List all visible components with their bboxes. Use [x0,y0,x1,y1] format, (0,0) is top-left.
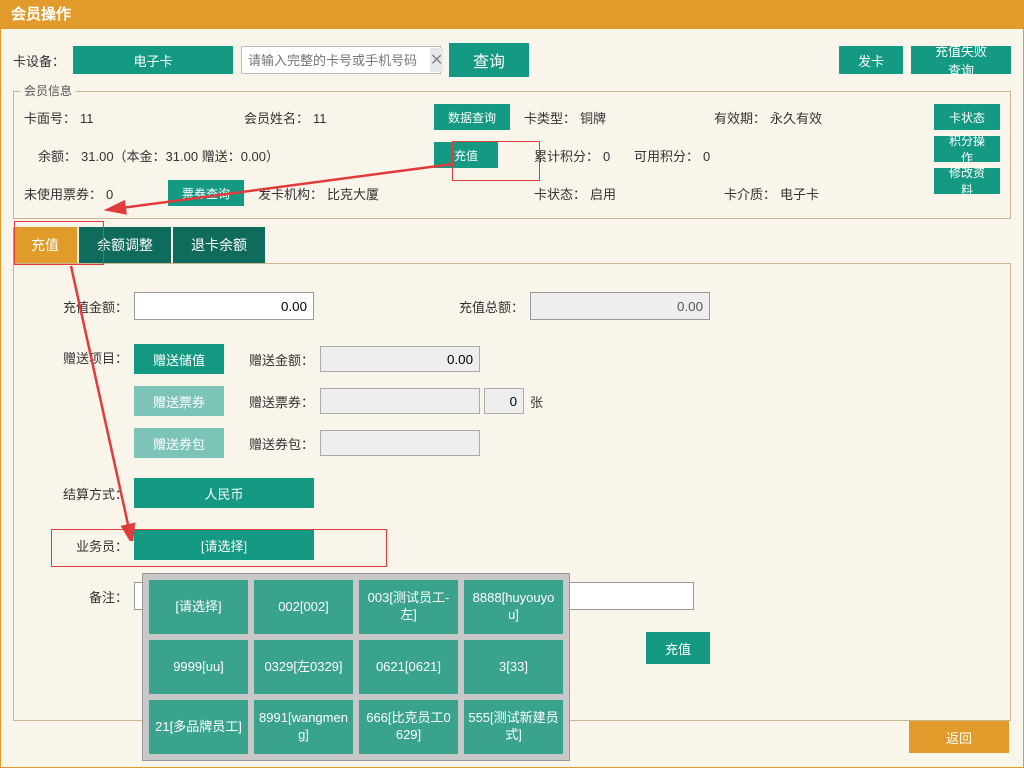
data-query-button[interactable]: 数据查询 [434,104,510,130]
gift-coupon-qty-input [484,388,524,414]
gift-coupon-unit: 张 [530,392,543,411]
gift-coupon-label: 赠送票券： [244,392,320,411]
amount-label: 充值金额： [48,297,134,316]
gift-pack-button[interactable]: 赠送券包 [134,428,224,458]
staff-label: 业务员： [48,536,134,555]
issuer-value: 比克大厦 [327,187,379,202]
member-info-panel: 会员信息 卡面号：11 会员姓名：11 数据查询 卡类型：铜牌 有效期：永久有效… [13,91,1011,219]
card-type-value: 铜牌 [580,111,606,126]
staff-dropdown-panel: [请选择] 002[002] 003[测试员工-左] 8888[huyouyou… [142,573,570,761]
gift-amount-input [320,346,480,372]
name-value: 11 [313,111,327,126]
card-no-label: 卡面号： [24,111,80,126]
total-input [530,292,710,320]
dropdown-item[interactable]: 666[比克员工0629] [359,700,458,754]
coupon-query-button[interactable]: 票券查询 [168,180,244,206]
unused-coupon-value: 0 [106,187,113,202]
dropdown-item[interactable]: 8888[huyouyou] [464,580,563,634]
tab-adjust[interactable]: 余额调整 [79,227,171,263]
window-title: 会员操作 [1,1,1023,29]
medium-label: 卡介质： [724,187,780,202]
amount-input[interactable] [134,292,314,320]
gift-amount-label: 赠送金额： [244,350,320,369]
clear-icon[interactable]: ✕ [430,48,443,72]
dropdown-item[interactable]: 3[33] [464,640,563,694]
issuer-label: 发卡机构： [258,187,327,202]
total-points-label: 累计积分： [534,149,603,164]
settle-label: 结算方式： [48,484,134,503]
query-button[interactable]: 查询 [449,43,529,77]
gift-pack-label: 赠送券包： [244,434,320,453]
device-select[interactable]: 电子卡 [73,46,233,74]
return-button[interactable]: 返回 [909,721,1009,753]
points-op-button[interactable]: 积分操作 [934,136,1000,162]
avail-points-label: 可用积分： [634,149,703,164]
dropdown-item[interactable]: 0621[0621] [359,640,458,694]
dropdown-item[interactable]: 9999[uu] [149,640,248,694]
total-label: 充值总额： [444,297,530,316]
gift-label: 赠送项目： [48,344,134,367]
member-info-legend: 会员信息 [20,82,76,99]
balance-value: 31.00（本金：31.00 赠送：0.00） [81,149,279,164]
card-type-label: 卡类型： [524,111,580,126]
remark-label: 备注： [48,587,134,606]
device-label: 卡设备： [13,51,65,70]
total-points-value: 0 [603,149,610,164]
expire-label: 有效期： [714,111,770,126]
settle-select[interactable]: 人民币 [134,478,314,508]
tab-recharge[interactable]: 充值 [13,227,77,263]
dropdown-item[interactable]: 0329[左0329] [254,640,353,694]
tab-refund[interactable]: 退卡余额 [173,227,265,263]
medium-value: 电子卡 [780,187,819,202]
gift-coupon-input [320,388,480,414]
dropdown-item[interactable]: 8991[wangmeng] [254,700,353,754]
gift-pack-input [320,430,480,456]
gift-store-button[interactable]: 赠送储值 [134,344,224,374]
dropdown-item[interactable]: [请选择] [149,580,248,634]
status-value: 启用 [590,187,616,202]
expire-value: 永久有效 [770,111,822,126]
avail-points-value: 0 [703,149,710,164]
dropdown-item[interactable]: 555[测试新建员式] [464,700,563,754]
unused-coupon-label: 未使用票券： [24,187,106,202]
staff-select[interactable]: [请选择] [134,530,314,560]
issue-card-button[interactable]: 发卡 [839,46,903,74]
dropdown-item[interactable]: 21[多品牌员工] [149,700,248,754]
search-input[interactable] [242,53,430,68]
submit-recharge-button[interactable]: 充值 [646,632,710,664]
card-status-button[interactable]: 卡状态 [934,104,1000,130]
tab-bar: 充值 余额调整 退卡余额 [13,227,1011,263]
edit-info-button[interactable]: 修改资料 [934,168,1000,194]
card-no-value: 11 [80,111,94,126]
status-label: 卡状态： [534,187,590,202]
search-input-wrap: ✕ [241,46,441,74]
gift-coupon-button[interactable]: 赠送票券 [134,386,224,416]
balance-label: 余额： [38,149,81,164]
name-label: 会员姓名： [244,111,313,126]
recharge-fail-query-button[interactable]: 充值失败查询 [911,46,1011,74]
dropdown-item[interactable]: 003[测试员工-左] [359,580,458,634]
dropdown-item[interactable]: 002[002] [254,580,353,634]
